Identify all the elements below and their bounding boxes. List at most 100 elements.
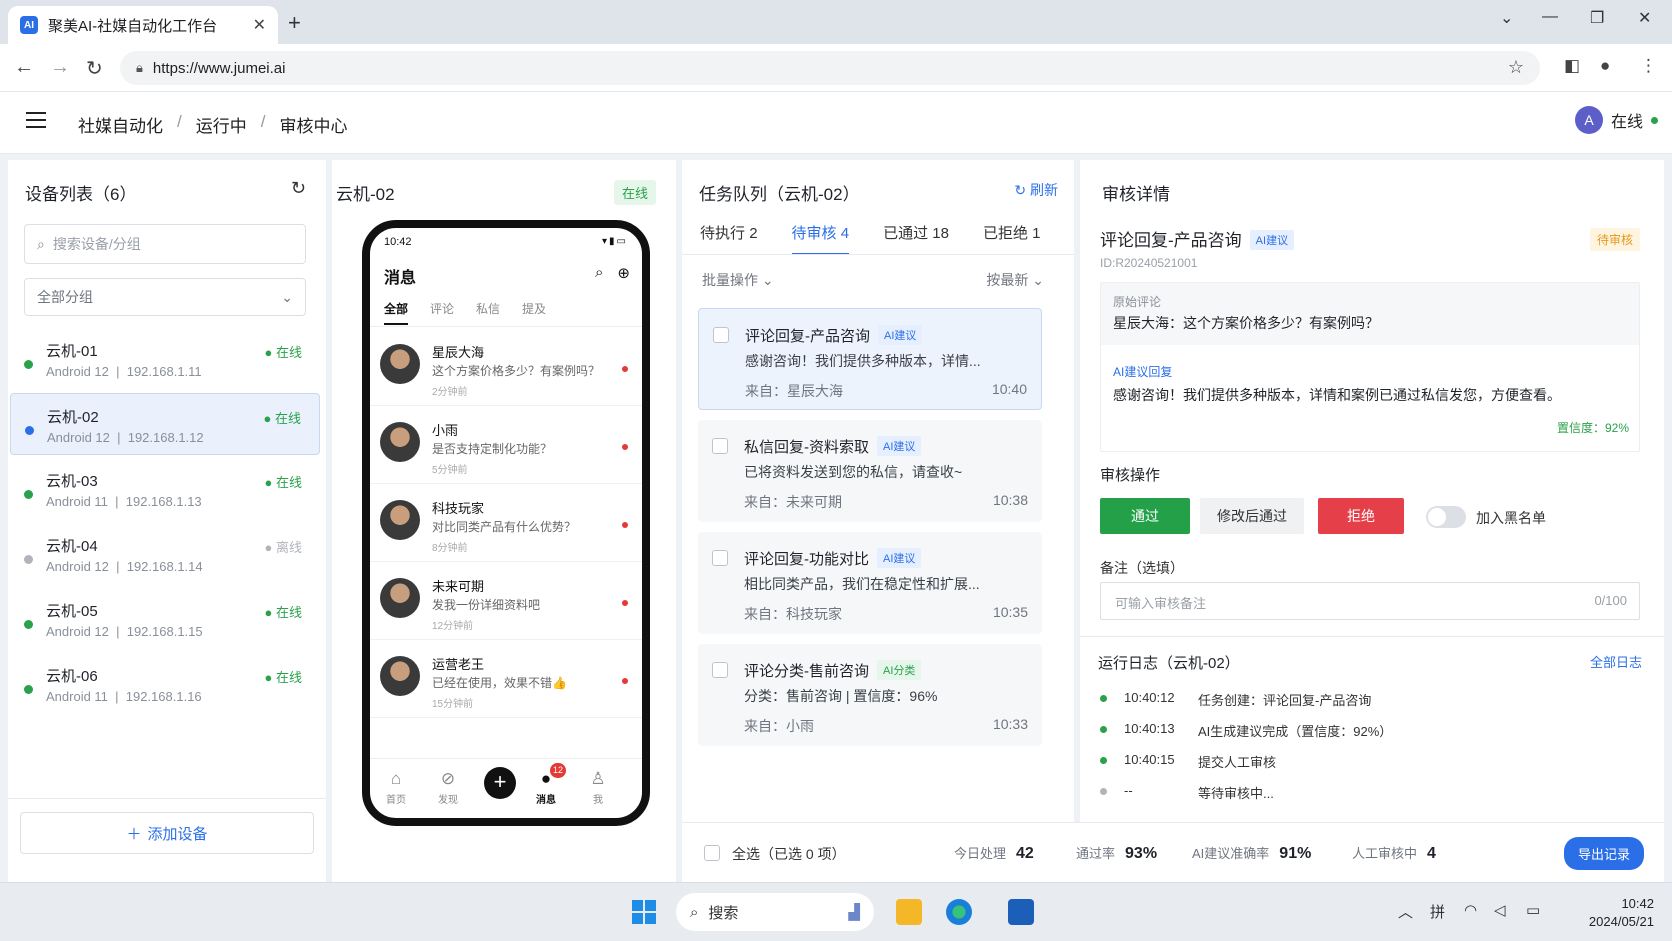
chevron-down-icon: ⌄ [761, 272, 774, 288]
queue-tab[interactable]: 已通过 18 [883, 222, 949, 255]
hamburger-menu-icon[interactable] [26, 112, 46, 128]
add-device-button[interactable]: ＋ 添加设备 [20, 812, 314, 854]
url-field[interactable]: 🔒︎ https://www.jumei.ai ☆ [120, 51, 1540, 85]
device-status: ● 在线 [264, 605, 302, 620]
user-menu[interactable]: A 在线 [1574, 106, 1658, 134]
select-all-checkbox[interactable] [704, 845, 720, 861]
task-card[interactable]: 私信回复-资料索取 AI建议 已将资料发送到您的私信，请查收~ 来自：未来可期 10:3… [698, 420, 1042, 522]
stat-ai-accuracy: AI建议准确率 91% [1192, 843, 1311, 863]
phone-tab[interactable]: 全部 [384, 300, 409, 325]
close-window-icon[interactable]: ✕ [1638, 8, 1651, 28]
task-card[interactable]: 评论回复-产品咨询 AI建议 感谢咨询！我们提供多种版本，详情... 来自：星辰大海 1… [698, 308, 1042, 410]
phone-screen[interactable]: 10:42 ▾▮▭ 消息 ⌕ ⊕ 全部 评论 私信 提及 星辰大海 这个方案价格多少？有… [362, 220, 650, 826]
device-meta: Android 12 | 192.168.1.14 [46, 559, 203, 574]
system-clock[interactable]: 10:42 2024/05/21 [1589, 895, 1654, 931]
note-label: 备注（选填） [1100, 560, 1184, 576]
message-item[interactable]: 星辰大海 这个方案价格多少？有案例吗？ 2分钟前 [370, 328, 642, 406]
device-status-dot-icon [24, 685, 33, 694]
minimize-icon[interactable]: — [1542, 8, 1558, 26]
reject-button[interactable]: 拒绝 [1318, 498, 1404, 534]
phone-tab[interactable]: 提及 [522, 300, 546, 325]
note-input[interactable]: 可输入审核备注 0/100 [1100, 582, 1640, 620]
device-item[interactable]: 云机-04 Android 12 | 192.168.1.14 ● 离线 [10, 523, 320, 585]
restore-icon[interactable]: ❐ [1590, 8, 1604, 28]
task-checkbox[interactable] [713, 327, 729, 343]
device-item[interactable]: 云机-01 Android 12 | 192.168.1.11 ● 在线 [10, 328, 320, 390]
phone-tab[interactable]: 私信 [476, 300, 500, 325]
all-logs-link[interactable]: 全部日志 [1590, 652, 1642, 671]
taskbar-search[interactable]: ⌕ 搜索 ▟ [676, 893, 874, 931]
message-item[interactable]: 未来可期 发我一份详细资料吧 12分钟前 [370, 562, 642, 640]
outlook-icon[interactable] [1008, 899, 1034, 925]
tab-search-chevron-icon[interactable]: ⌄ [1500, 8, 1513, 28]
phone-create-button[interactable]: + [484, 767, 516, 799]
clock-time: 10:42 [1621, 896, 1654, 911]
phone-add-circle-icon[interactable]: ⊕ [617, 264, 630, 282]
phone-panel-title: 云机-02 [336, 185, 395, 204]
wifi-icon[interactable]: ◠ [1464, 901, 1477, 919]
task-checkbox[interactable] [712, 550, 728, 566]
browser-tab[interactable]: AI 聚美AI-社媒自动化工作台 ✕ [8, 6, 278, 44]
blacklist-toggle[interactable] [1426, 506, 1466, 528]
forward-icon[interactable]: → [50, 56, 70, 79]
device-item[interactable]: 云机-05 Android 12 | 192.168.1.15 ● 在线 [10, 588, 320, 650]
queue-refresh-button[interactable]: ↻ 刷新 [1014, 180, 1058, 200]
profile-icon[interactable]: ● [1600, 56, 1610, 76]
export-button[interactable]: 导出记录 [1563, 837, 1644, 870]
windows-start-icon[interactable] [632, 900, 656, 924]
task-queue-panel: 任务队列（云机-02） ↻ 刷新 待执行 2 待审核 4 已通过 18 已拒绝 1 批… [682, 160, 1074, 882]
device-item[interactable]: 云机-02 Android 12 | 192.168.1.12 ● 在线 [10, 393, 320, 455]
task-card[interactable]: 评论分类-售前咨询 AI分类 分类：售前咨询 | 置信度：96% 来自：小雨 10:33 [698, 644, 1042, 746]
task-checkbox[interactable] [712, 438, 728, 454]
message-text: 是否支持定制化功能？ [432, 442, 553, 456]
phone-tab[interactable]: 评论 [430, 300, 454, 325]
message-item[interactable]: 运营老王 已经在使用，效果不错👍 15分钟前 [370, 640, 642, 718]
sort-dropdown[interactable]: 按最新 ⌄ [986, 270, 1044, 290]
message-sender: 小雨 [432, 423, 459, 438]
phone-search-icon[interactable]: ⌕ [595, 264, 603, 282]
device-item[interactable]: 云机-03 Android 11 | 192.168.1.13 ● 在线 [10, 458, 320, 520]
edit-approve-button[interactable]: 修改后通过 [1200, 498, 1304, 534]
app-header: 社媒自动化 / 运行中 / 审核中心 A 在线 [0, 92, 1672, 154]
battery-icon[interactable]: ▭ [1526, 901, 1540, 919]
ai-tag: AI分类 [877, 660, 922, 680]
refresh-icon[interactable]: ↻ [291, 178, 306, 199]
reload-icon[interactable]: ↻ [86, 56, 103, 81]
phone-nav-me[interactable]: ♙ 我 [578, 769, 618, 806]
batch-operation-dropdown[interactable]: 批量操作 ⌄ [702, 270, 774, 290]
compass-icon: ⊘ [440, 769, 456, 788]
phone-nav-home[interactable]: ⌂ 首页 [376, 769, 416, 806]
chevron-up-icon[interactable]: ︿ [1398, 901, 1413, 922]
task-card[interactable]: 评论回复-功能对比 AI建议 相比同类产品，我们在稳定性和扩展... 来自：科技玩家 1… [698, 532, 1042, 634]
group-select[interactable]: 全部分组 ⌄ [24, 278, 306, 316]
queue-tab[interactable]: 待执行 2 [700, 222, 758, 255]
approve-button[interactable]: 通过 [1100, 498, 1190, 534]
device-search-input[interactable]: ⌕ 搜索设备/分组 [24, 224, 306, 264]
queue-tab[interactable]: 待审核 4 [791, 222, 850, 255]
phone-nav-discover[interactable]: ⊘ 发现 [428, 769, 468, 806]
new-tab-icon[interactable]: + [288, 10, 301, 36]
breadcrumb-item[interactable]: 运行中 [196, 112, 247, 137]
task-checkbox[interactable] [712, 662, 728, 678]
ime-icon[interactable]: 拼 [1430, 901, 1445, 922]
kebab-menu-icon[interactable]: ⋮ [1640, 56, 1657, 76]
ai-reply-text[interactable]: 感谢咨询！我们提供多种版本，详情和案例已通过私信发您，方便查看。 [1113, 385, 1561, 405]
back-icon[interactable]: ← [14, 56, 34, 79]
sidebar-toggle-icon[interactable]: ◧ [1564, 56, 1580, 76]
queue-tab[interactable]: 已拒绝 1 [983, 222, 1041, 255]
message-item[interactable]: 科技玩家 对比同类产品有什么优势？ 8分钟前 [370, 484, 642, 562]
task-title-text: 评论回复-功能对比 [744, 551, 869, 568]
tab-label: 待审核 [791, 225, 837, 242]
log-message: 任务创建：评论回复-产品咨询 [1198, 693, 1372, 708]
device-item[interactable]: 云机-06 Android 11 | 192.168.1.16 ● 在线 [10, 653, 320, 715]
tab-close-icon[interactable]: ✕ [253, 15, 266, 35]
volume-icon[interactable]: ◁ [1494, 901, 1506, 919]
file-explorer-icon[interactable] [896, 899, 922, 925]
unread-dot-icon [622, 366, 628, 372]
breadcrumb-item-current: 审核中心 [279, 117, 348, 136]
edge-browser-icon[interactable] [946, 899, 972, 925]
breadcrumb-item[interactable]: 社媒自动化 [78, 112, 163, 137]
bookmark-star-icon[interactable]: ☆ [1508, 57, 1524, 78]
device-os: Android 12 [47, 430, 110, 445]
message-item[interactable]: 小雨 是否支持定制化功能？ 5分钟前 [370, 406, 642, 484]
